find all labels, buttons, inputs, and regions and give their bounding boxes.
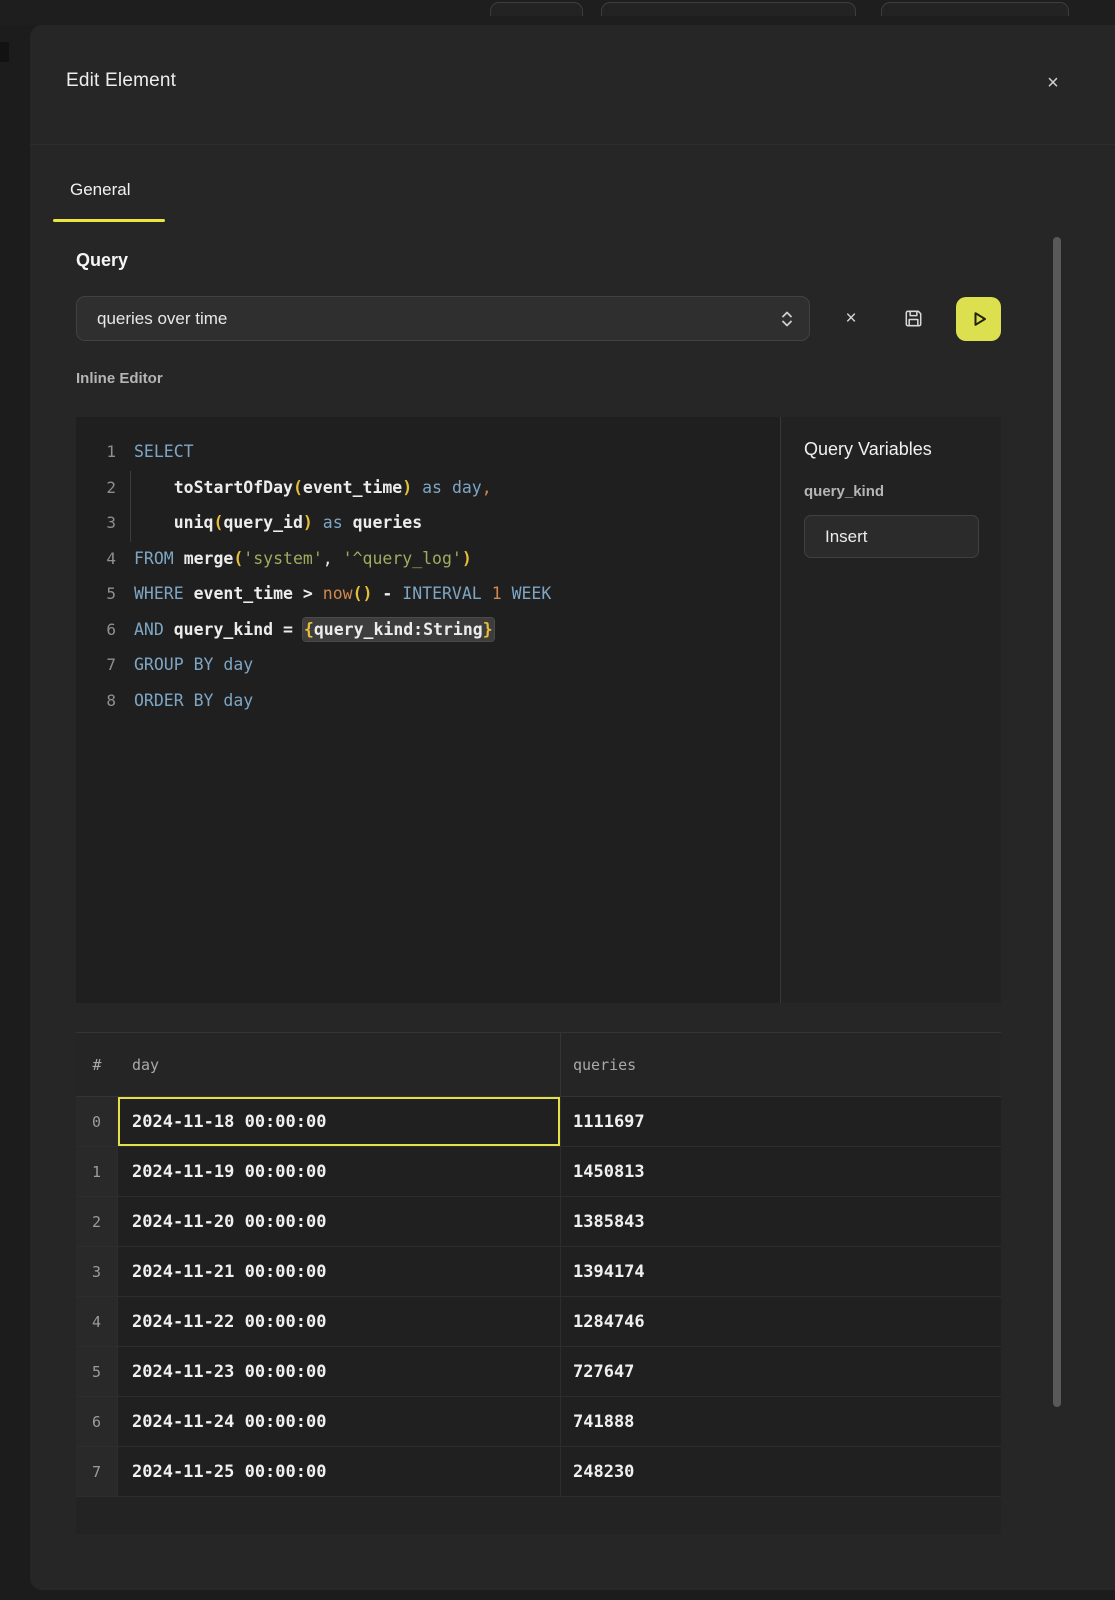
modal-header: Edit Element × (30, 25, 1115, 145)
play-icon (967, 307, 991, 331)
editor-container: 1SELECT2 toStartOfDay(event_time) as day… (76, 417, 1001, 1003)
queries-cell[interactable]: 1284746 (560, 1297, 1001, 1346)
row-index-cell: 2 (76, 1197, 118, 1246)
day-cell[interactable]: 2024-11-22 00:00:00 (118, 1297, 560, 1346)
queries-cell[interactable]: 727647 (560, 1347, 1001, 1396)
query-section-heading: Query (76, 250, 128, 271)
background-fragment (0, 42, 9, 62)
query-select[interactable]: queries over time (76, 296, 810, 341)
background-toolbar-button (490, 2, 583, 16)
day-cell[interactable]: 2024-11-21 00:00:00 (118, 1247, 560, 1296)
background-toolbar-button (881, 2, 1069, 16)
column-header-queries: queries (560, 1033, 1001, 1096)
modal-scrollbar-thumb[interactable] (1053, 237, 1061, 1407)
day-cell[interactable]: 2024-11-20 00:00:00 (118, 1197, 560, 1246)
queries-cell[interactable]: 248230 (560, 1447, 1001, 1496)
line-number: 2 (76, 470, 116, 506)
table-row: 72024-11-25 00:00:00248230 (76, 1447, 1001, 1497)
table-row: 12024-11-19 00:00:001450813 (76, 1147, 1001, 1197)
column-header-day: day (118, 1033, 560, 1096)
queries-cell[interactable]: 1450813 (560, 1147, 1001, 1196)
code-text: uniq(query_id) as queries (116, 505, 422, 541)
day-cell-selected[interactable]: 2024-11-18 00:00:00 (118, 1097, 560, 1146)
chevron-up-down-icon (765, 309, 809, 329)
row-index-cell: 6 (76, 1397, 118, 1446)
tab-general[interactable]: General (70, 180, 130, 200)
table-row: 52024-11-23 00:00:00727647 (76, 1347, 1001, 1397)
row-index-cell: 4 (76, 1297, 118, 1346)
line-number: 4 (76, 541, 116, 577)
code-text: FROM merge('system', '^query_log') (116, 541, 472, 577)
modal-title: Edit Element (66, 70, 176, 92)
clear-query-button[interactable]: × (831, 296, 871, 341)
screen: Edit Element × General Query queries ove… (0, 0, 1115, 1600)
code-text: ORDER BY day (116, 683, 253, 719)
table-footer (76, 1497, 1001, 1534)
row-index-cell: 5 (76, 1347, 118, 1396)
code-text: AND query_kind = {query_kind:String} (116, 612, 494, 648)
query-parameter-chip: {query_kind:String} (303, 618, 494, 641)
code-text: GROUP BY day (116, 647, 253, 683)
code-line: 2 toStartOfDay(event_time) as day, (76, 470, 780, 506)
day-cell[interactable]: 2024-11-19 00:00:00 (118, 1147, 560, 1196)
insert-variable-button[interactable]: Insert (804, 515, 979, 558)
code-line: 7GROUP BY day (76, 647, 780, 683)
query-variables-title: Query Variables (804, 439, 932, 460)
sql-editor[interactable]: 1SELECT2 toStartOfDay(event_time) as day… (76, 417, 780, 1003)
queries-cell[interactable]: 1111697 (560, 1097, 1001, 1146)
background-toolbar-button (601, 2, 856, 16)
code-line: 8ORDER BY day (76, 683, 780, 719)
table-row: 32024-11-21 00:00:001394174 (76, 1247, 1001, 1297)
row-index-cell: 7 (76, 1447, 118, 1496)
queries-cell[interactable]: 1385843 (560, 1197, 1001, 1246)
table-header-row: # day queries (76, 1033, 1001, 1097)
code-text: WHERE event_time > now() - INTERVAL 1 WE… (116, 576, 551, 612)
query-variables-panel: Query Variables query_kind Insert (780, 417, 1001, 1003)
row-index-cell: 3 (76, 1247, 118, 1296)
row-index-cell: 0 (76, 1097, 118, 1146)
table-row: 22024-11-20 00:00:001385843 (76, 1197, 1001, 1247)
line-number: 1 (76, 434, 116, 470)
tab-active-underline (53, 219, 165, 222)
inline-editor-label: Inline Editor (76, 370, 163, 387)
code-line: 3 uniq(query_id) as queries (76, 505, 780, 541)
code-text: toStartOfDay(event_time) as day, (116, 470, 492, 506)
code-line: 6AND query_kind = {query_kind:String} (76, 612, 780, 648)
line-number: 5 (76, 576, 116, 612)
table-row: 42024-11-22 00:00:001284746 (76, 1297, 1001, 1347)
variable-name-label: query_kind (804, 483, 884, 500)
day-cell[interactable]: 2024-11-23 00:00:00 (118, 1347, 560, 1396)
code-line: 4FROM merge('system', '^query_log') (76, 541, 780, 577)
code-line: 5WHERE event_time > now() - INTERVAL 1 W… (76, 576, 780, 612)
line-number: 6 (76, 612, 116, 648)
floppy-disk-icon (902, 307, 925, 330)
clear-icon: × (845, 308, 856, 330)
save-query-button[interactable] (893, 296, 933, 341)
line-number: 3 (76, 505, 116, 541)
indent-guide (130, 471, 131, 542)
edit-element-modal: Edit Element × General Query queries ove… (30, 25, 1115, 1590)
run-query-button[interactable] (956, 297, 1001, 341)
table-row: 62024-11-24 00:00:00741888 (76, 1397, 1001, 1447)
column-header-index: # (76, 1033, 118, 1096)
line-number: 7 (76, 647, 116, 683)
code-text: SELECT (116, 434, 194, 470)
day-cell[interactable]: 2024-11-25 00:00:00 (118, 1447, 560, 1496)
row-index-cell: 1 (76, 1147, 118, 1196)
close-icon[interactable]: × (1039, 69, 1067, 97)
code-line: 1SELECT (76, 434, 780, 470)
day-cell[interactable]: 2024-11-24 00:00:00 (118, 1397, 560, 1446)
table-row: 02024-11-18 00:00:001111697 (76, 1097, 1001, 1147)
queries-cell[interactable]: 741888 (560, 1397, 1001, 1446)
query-select-value: queries over time (77, 309, 765, 329)
table-body: 02024-11-18 00:00:00111169712024-11-19 0… (76, 1097, 1001, 1497)
results-table: # day queries 02024-11-18 00:00:00111169… (76, 1032, 1001, 1534)
line-number: 8 (76, 683, 116, 719)
queries-cell[interactable]: 1394174 (560, 1247, 1001, 1296)
